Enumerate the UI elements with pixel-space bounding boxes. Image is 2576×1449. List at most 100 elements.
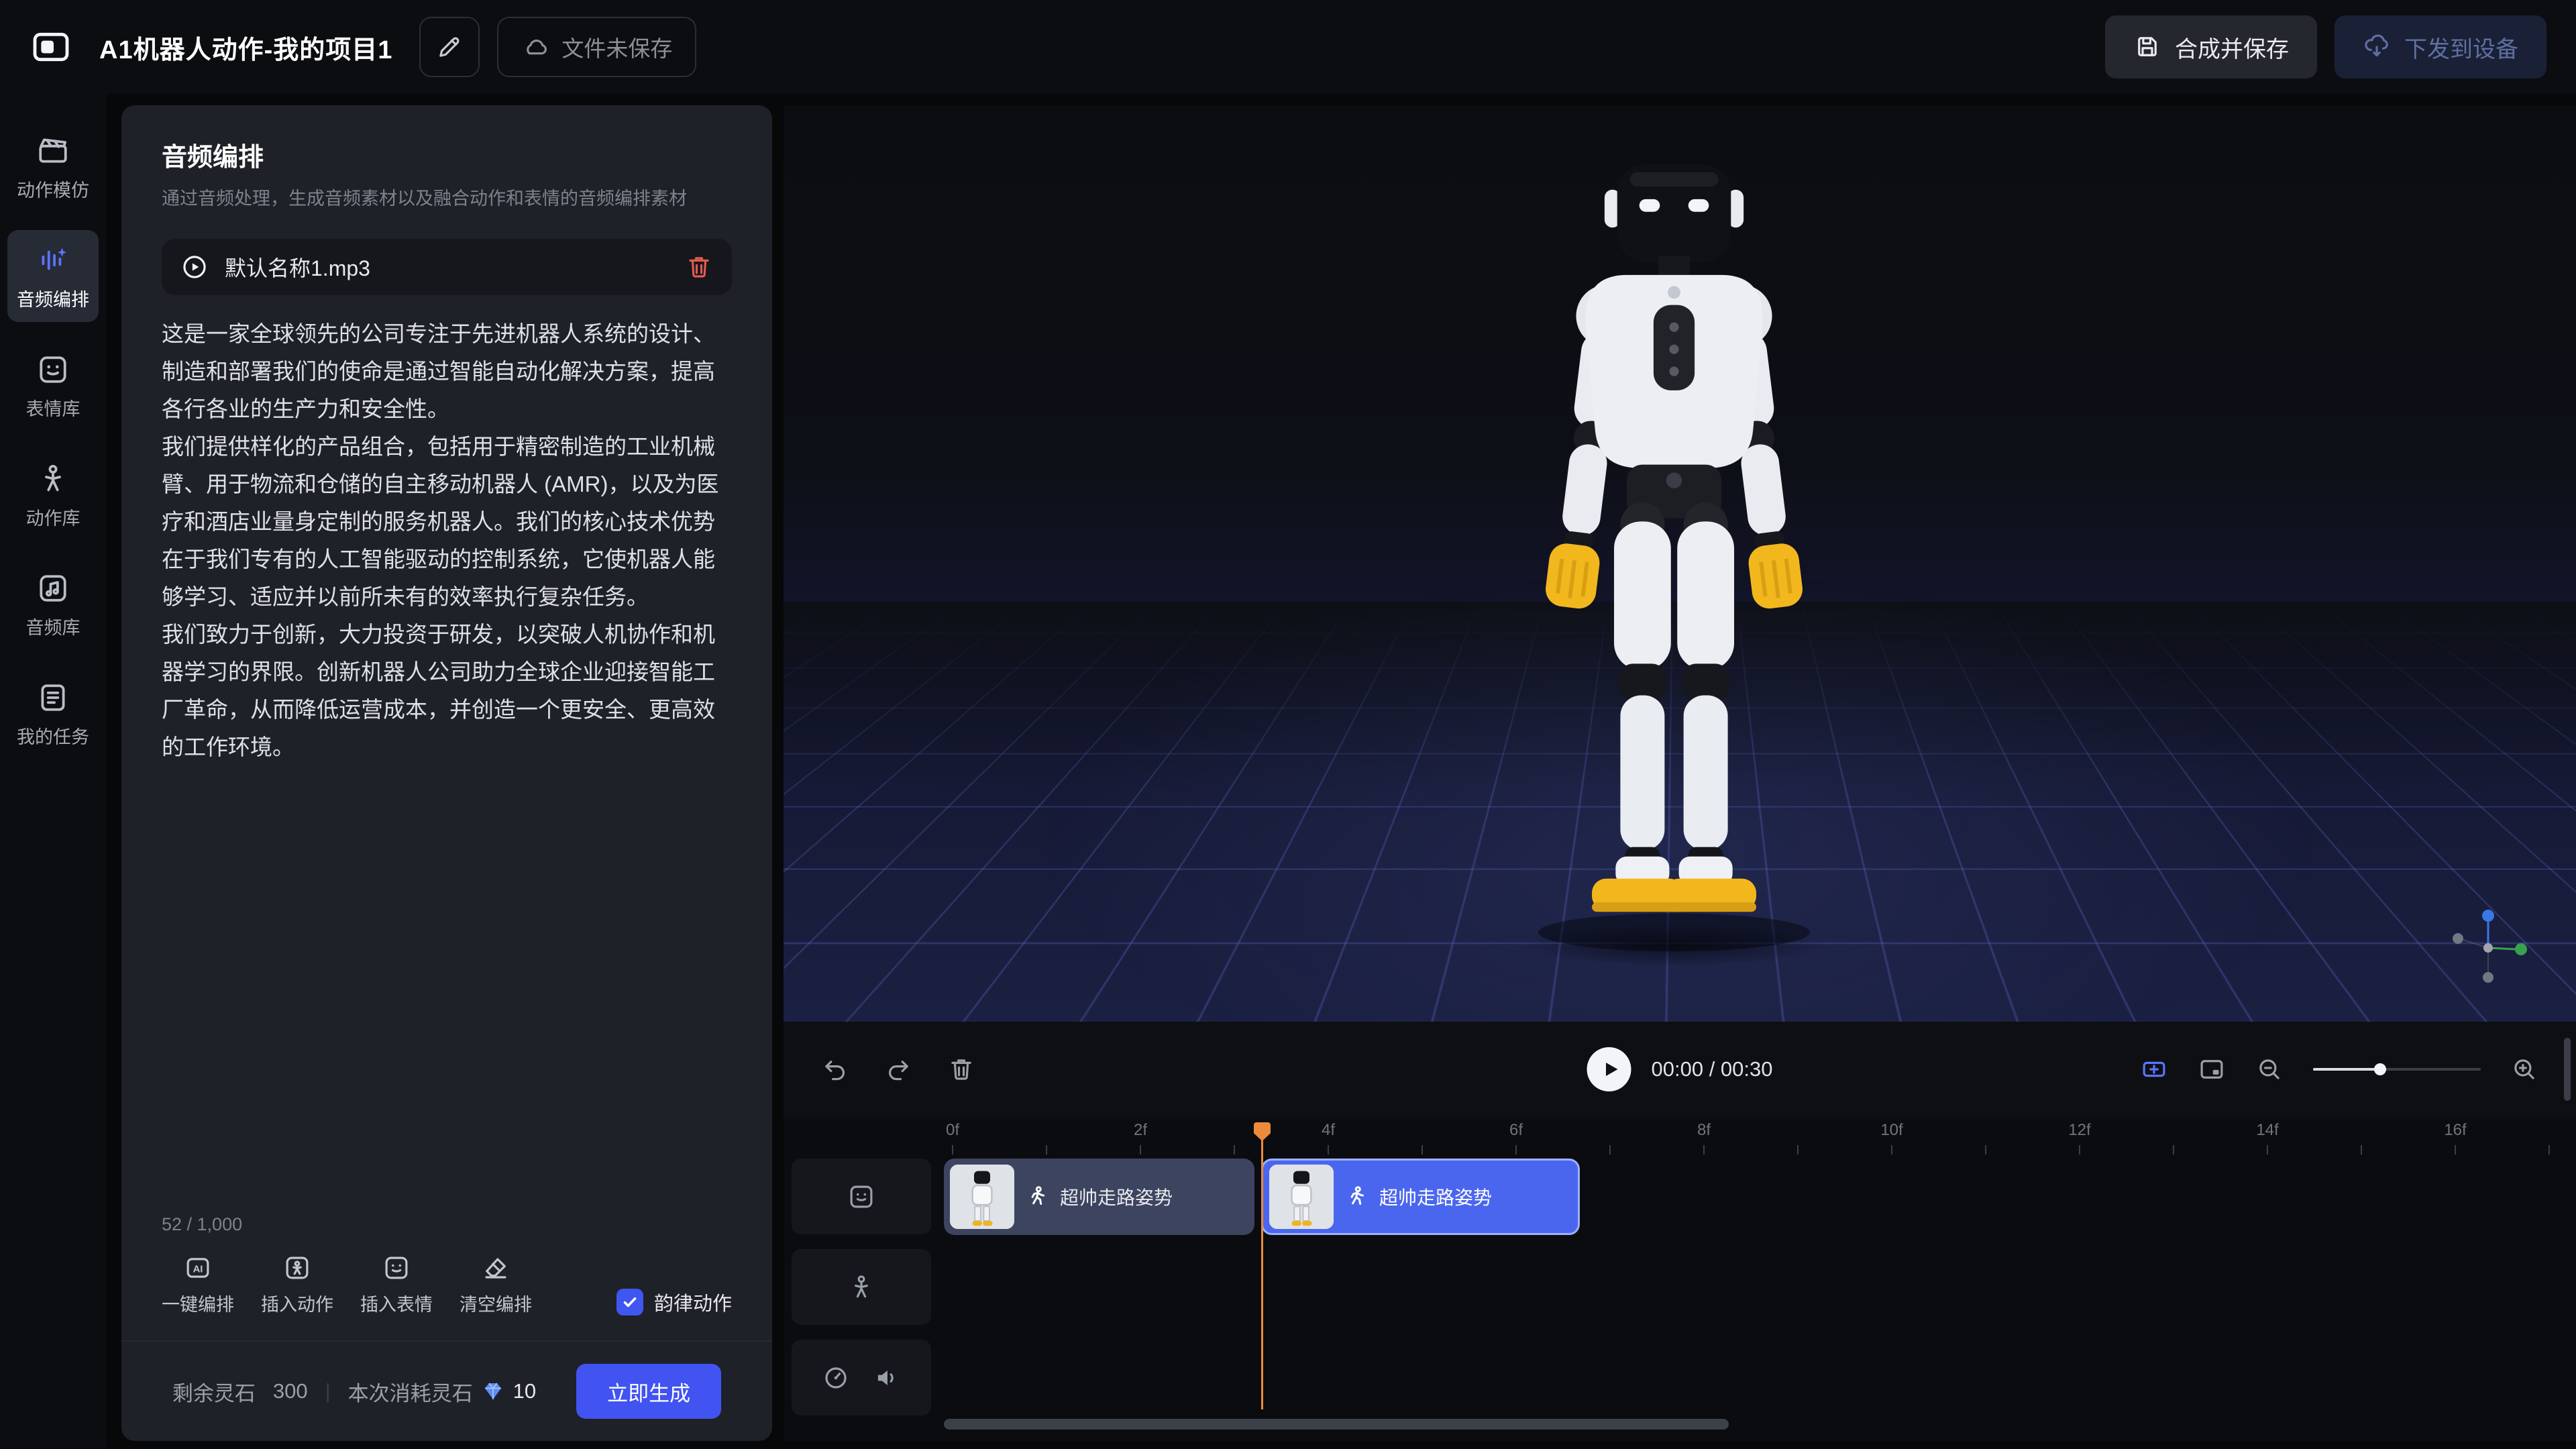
audio-arrange-panel: 音频编排 通过音频处理，生成音频素材以及融合动作和表情的音频编排素材 默认名称1… xyxy=(121,105,772,1441)
file-status-label: 文件未保存 xyxy=(561,31,672,63)
footer-divider: | xyxy=(325,1379,331,1403)
sidebar-item-audio-arrange[interactable]: 音频编排 xyxy=(7,230,99,322)
remaining-gems-label: 剩余灵石 xyxy=(172,1377,256,1407)
delete-audio-button[interactable] xyxy=(685,253,713,281)
music-square-icon xyxy=(36,572,70,605)
rhythm-motion-toggle[interactable]: 韵律动作 xyxy=(616,1288,732,1316)
clip-thumbnail xyxy=(1269,1165,1334,1229)
panel-toolbar: AI 一键编排 插入动作 插入表情 清空编排 xyxy=(162,1254,732,1316)
redo-icon xyxy=(884,1055,912,1083)
svg-text:AI: AI xyxy=(193,1264,203,1275)
timeline-tracks: 超帅走路姿势 超帅走路姿势 xyxy=(939,1117,2576,1441)
playhead-handle[interactable] xyxy=(1254,1122,1271,1141)
script-paragraph: 我们致力于创新，大力投资于研发，以突破人机协作和机器学习的界限。创新机器人公司助… xyxy=(162,616,732,766)
save-icon xyxy=(2133,33,2161,61)
tool-label: 插入动作 xyxy=(261,1290,333,1316)
topbar-actions: 合成并保存 下发到设备 xyxy=(2105,15,2546,78)
compose-save-button[interactable]: 合成并保存 xyxy=(2105,15,2317,78)
walking-person-icon xyxy=(1025,1185,1049,1209)
play-button[interactable] xyxy=(1587,1047,1631,1091)
clapperboard-icon xyxy=(36,134,70,168)
humanoid-robot-model[interactable] xyxy=(1390,142,1959,964)
timeline-horizontal-scrollbar[interactable] xyxy=(944,1419,1729,1430)
playhead-line xyxy=(1261,1137,1263,1409)
speaker-icon xyxy=(873,1364,901,1392)
timeline-zoom-slider[interactable] xyxy=(2313,1056,2481,1083)
insert-expression-button[interactable]: 插入表情 xyxy=(360,1254,433,1316)
project-title: A1机器人动作-我的项目1 xyxy=(99,29,392,66)
audio-wand-icon xyxy=(36,244,70,277)
insert-motion-icon xyxy=(283,1254,311,1282)
compose-save-label: 合成并保存 xyxy=(2175,31,2289,64)
sidebar-item-my-tasks[interactable]: 我的任务 xyxy=(7,667,99,759)
sidebar-item-label: 音频编排 xyxy=(17,285,89,311)
script-paragraph: 我们提供样化的产品组合，包括用于精密制造的工业机械臂、用于物流和仓储的自主移动机… xyxy=(162,428,732,616)
delete-clip-button[interactable] xyxy=(947,1055,975,1083)
redo-button[interactable] xyxy=(884,1055,912,1083)
motion-track-header[interactable] xyxy=(792,1249,931,1325)
walking-person-icon xyxy=(1344,1185,1368,1209)
play-audio-icon[interactable] xyxy=(180,253,209,281)
topbar: A1机器人动作-我的项目1 文件未保存 合成并保存 下发到设备 xyxy=(0,0,2576,94)
panel-footer: 剩余灵石 300 | 本次消耗灵石 10 立即生成 xyxy=(121,1340,772,1441)
cloud-download-icon xyxy=(2363,33,2391,61)
sidebar-item-audio-library[interactable]: 音频库 xyxy=(7,558,99,650)
sidebar-item-label: 音频库 xyxy=(26,613,80,639)
motion-clip-selected[interactable]: 超帅走路姿势 xyxy=(1261,1159,1580,1235)
audio-track-header[interactable] xyxy=(792,1340,931,1415)
sidebar-item-motion-imitation[interactable]: 动作模仿 xyxy=(7,121,99,213)
expression-track-header[interactable] xyxy=(792,1159,931,1234)
rhythm-motion-label: 韵律动作 xyxy=(654,1288,732,1316)
zoom-in-button[interactable] xyxy=(2510,1055,2538,1083)
tool-label: 一键编排 xyxy=(162,1290,234,1316)
app-logo-icon xyxy=(30,25,72,68)
clip-label: 超帅走路姿势 xyxy=(1060,1183,1173,1210)
clip-label: 超帅走路姿势 xyxy=(1379,1183,1492,1210)
remaining-gems-value: 300 xyxy=(273,1379,308,1403)
timeline: 0f 2f 4f 6f 8f 10f 12f 14f 16f xyxy=(784,1117,2576,1441)
pip-icon xyxy=(2198,1055,2226,1083)
trash-icon xyxy=(947,1055,975,1083)
checkbox-checked-icon xyxy=(616,1289,643,1316)
playback-controls: 00:00 / 00:30 xyxy=(784,1022,2576,1117)
audio-file-card[interactable]: 默认名称1.mp3 xyxy=(162,239,732,295)
undo-button[interactable] xyxy=(821,1055,849,1083)
add-to-timeline-button[interactable] xyxy=(2140,1055,2168,1083)
audio-file-name: 默认名称1.mp3 xyxy=(225,252,370,282)
rename-button[interactable] xyxy=(419,17,480,77)
char-count: 52 / 1,000 xyxy=(162,1214,732,1235)
keyframe-view-button[interactable] xyxy=(2198,1055,2226,1083)
eraser-icon xyxy=(482,1254,510,1282)
vertical-scrollbar[interactable] xyxy=(2564,1038,2571,1101)
sidebar-item-motion-library[interactable]: 动作库 xyxy=(7,449,99,541)
slider-thumb[interactable] xyxy=(2374,1063,2386,1075)
gem-icon xyxy=(481,1379,505,1403)
zoom-out-button[interactable] xyxy=(2255,1055,2284,1083)
deploy-device-label: 下发到设备 xyxy=(2404,31,2518,64)
cost-value: 10 xyxy=(513,1379,536,1403)
cloud-icon xyxy=(521,33,549,61)
one-click-arrange-button[interactable]: AI 一键编排 xyxy=(162,1254,234,1316)
insert-motion-button[interactable]: 插入动作 xyxy=(261,1254,333,1316)
trash-icon xyxy=(685,253,713,281)
sidebar-item-expression-library[interactable]: 表情库 xyxy=(7,339,99,431)
ai-icon: AI xyxy=(184,1254,212,1282)
cost-label: 本次消耗灵石 xyxy=(348,1377,473,1407)
person-icon xyxy=(847,1273,875,1301)
zoom-out-icon xyxy=(2255,1055,2284,1083)
viewport-3d[interactable] xyxy=(784,105,2576,1022)
script-text-area[interactable]: 这是一家全球领先的公司专注于先进机器人系统的设计、制造和部署我们的使命是通过智能… xyxy=(162,315,732,1209)
script-paragraph: 这是一家全球领先的公司专注于先进机器人系统的设计、制造和部署我们的使命是通过智能… xyxy=(162,315,732,428)
generate-now-button[interactable]: 立即生成 xyxy=(576,1364,721,1419)
file-status-button[interactable]: 文件未保存 xyxy=(497,17,696,77)
panel-title: 音频编排 xyxy=(162,136,732,173)
zoom-in-icon xyxy=(2510,1055,2538,1083)
deploy-device-button[interactable]: 下发到设备 xyxy=(2334,15,2546,78)
view-axis-gizmo[interactable] xyxy=(2438,906,2538,987)
tool-label: 清空编排 xyxy=(460,1290,532,1316)
motion-clip[interactable]: 超帅走路姿势 xyxy=(944,1159,1254,1235)
pencil-icon xyxy=(435,33,464,61)
clear-arrange-button[interactable]: 清空编排 xyxy=(460,1254,532,1316)
add-track-icon xyxy=(2140,1055,2168,1083)
undo-icon xyxy=(821,1055,849,1083)
